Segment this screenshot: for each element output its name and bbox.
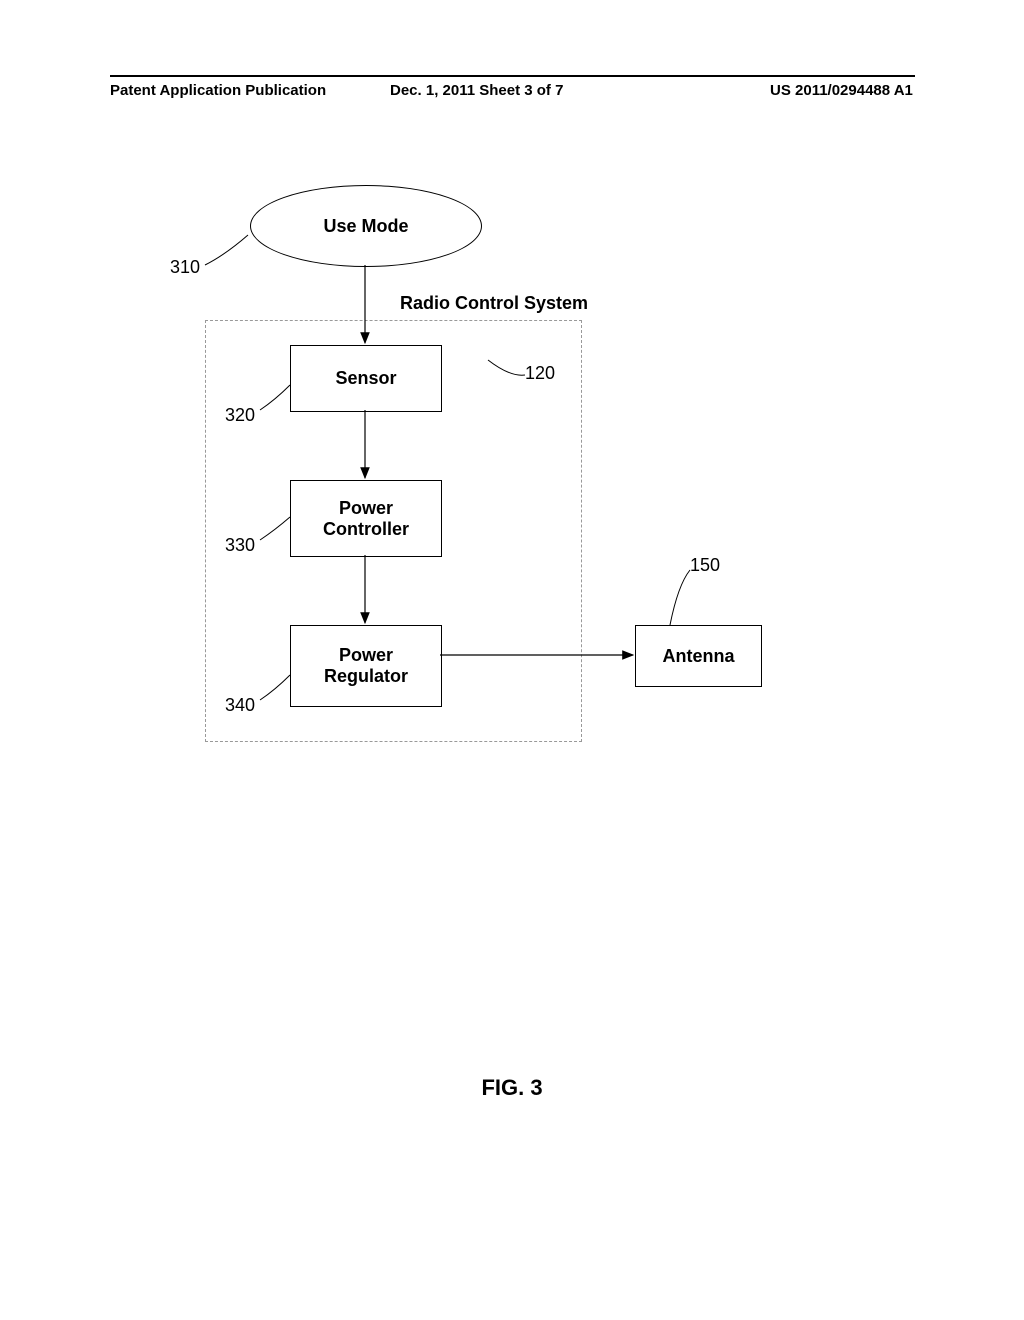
- ref-320: 320: [225, 405, 255, 426]
- sensor-label: Sensor: [335, 368, 396, 389]
- diagram-container: Use Mode Radio Control System Sensor Pow…: [170, 185, 810, 755]
- use-mode-label: Use Mode: [323, 216, 408, 237]
- ref-330: 330: [225, 535, 255, 556]
- use-mode-ellipse: Use Mode: [250, 185, 482, 267]
- ref-340: 340: [225, 695, 255, 716]
- power-regulator-box: Power Regulator: [290, 625, 442, 707]
- header-right: US 2011/0294488 A1: [770, 82, 913, 99]
- ref-310: 310: [170, 257, 200, 278]
- figure-label: FIG. 3: [0, 1075, 1024, 1101]
- sensor-box: Sensor: [290, 345, 442, 412]
- ref-120: 120: [525, 363, 555, 384]
- header-left: Patent Application Publication: [110, 82, 326, 99]
- antenna-box: Antenna: [635, 625, 762, 687]
- power-controller-label: Power Controller: [323, 498, 409, 540]
- ref-150: 150: [690, 555, 720, 576]
- system-label: Radio Control System: [400, 293, 588, 314]
- power-regulator-label: Power Regulator: [324, 645, 408, 687]
- antenna-label: Antenna: [663, 646, 735, 667]
- power-controller-box: Power Controller: [290, 480, 442, 557]
- header-center: Dec. 1, 2011 Sheet 3 of 7: [390, 82, 563, 99]
- header-divider: [110, 75, 915, 77]
